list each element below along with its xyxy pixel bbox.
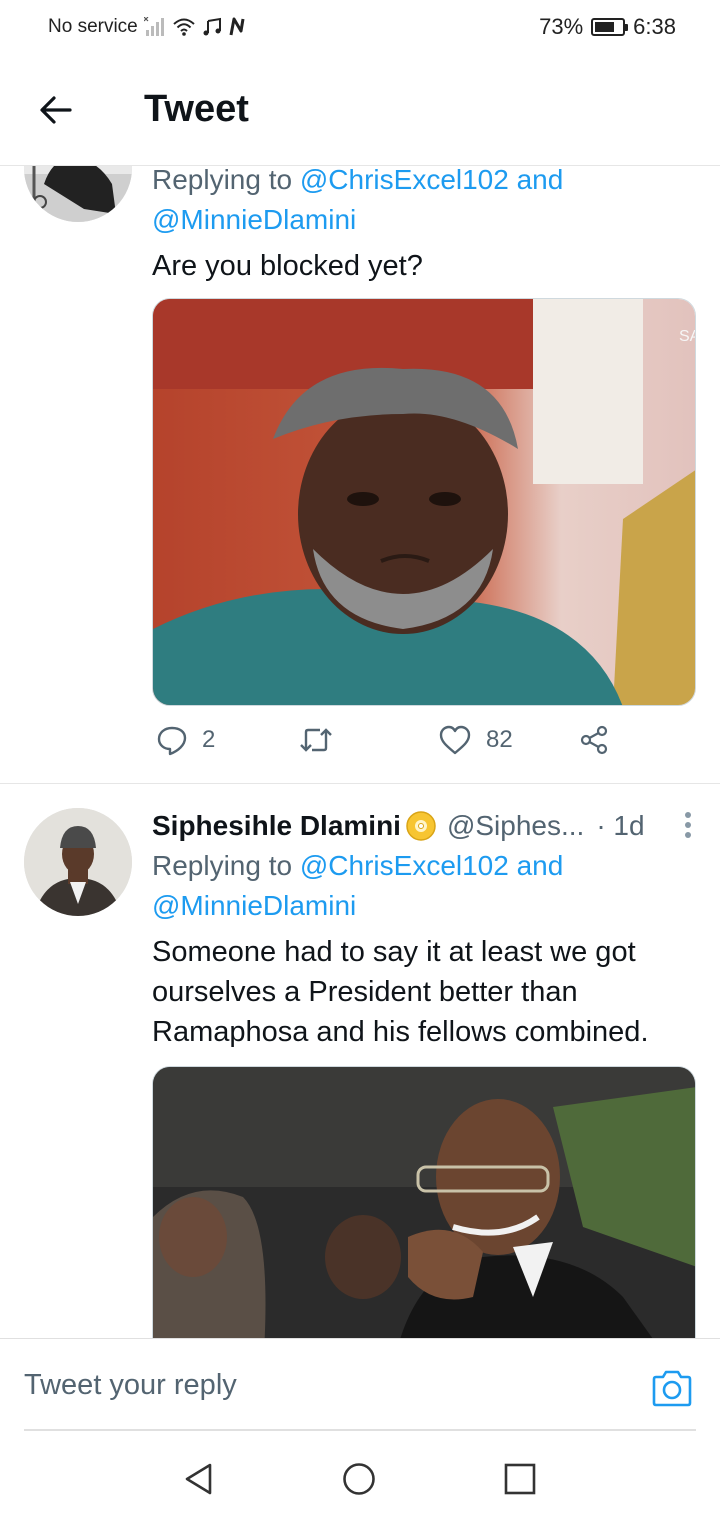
camera-icon[interactable]: [650, 1369, 694, 1409]
status-right: 73% 6:38: [539, 14, 676, 40]
mention-link[interactable]: @ChrisExcel102: [300, 166, 509, 195]
reply-count: 2: [202, 726, 216, 753]
page-title: Tweet: [144, 88, 249, 130]
more-options-icon[interactable]: [684, 812, 692, 842]
mention-link[interactable]: @ChrisExcel102: [300, 850, 509, 881]
display-name[interactable]: Siphesihle Dlamini: [152, 806, 401, 846]
tweet-image[interactable]: [152, 1066, 696, 1338]
share-action[interactable]: [578, 724, 610, 756]
avatar[interactable]: [24, 808, 132, 916]
nav-back-icon[interactable]: [182, 1462, 216, 1496]
replying-to: Replying to @ChrisExcel102 and @MinnieDl…: [152, 166, 696, 240]
carrier-label: No service: [48, 16, 138, 37]
conversation-feed[interactable]: Replying to @ChrisExcel102 and @MinnieDl…: [0, 166, 720, 1338]
mention-link[interactable]: @MinnieDlamini: [152, 204, 356, 235]
and-others-link[interactable]: and: [509, 850, 564, 881]
notification-n-icon: [229, 17, 245, 36]
and-others-link[interactable]: and: [509, 166, 564, 195]
tweet-body: Replying to @ChrisExcel102 and @MinnieDl…: [152, 166, 696, 706]
cd-emoji-icon: [406, 811, 436, 841]
like-count: 82: [486, 726, 513, 753]
retweet-icon: [300, 728, 332, 752]
music-icon: [203, 17, 221, 36]
status-left: No service: [48, 16, 248, 38]
top-app-bar: Tweet: [0, 56, 720, 166]
battery-icon: [591, 18, 629, 36]
wifi-icon: [173, 18, 195, 36]
status-bar: No service 73% 6:38: [0, 0, 720, 56]
nav-home-icon[interactable]: [342, 1462, 376, 1496]
tweet-body: Siphesihle Dlamini @Siphes... · 1d Reply…: [152, 806, 696, 1338]
reply-underline: [24, 1429, 696, 1431]
nav-recents-icon[interactable]: [503, 1462, 537, 1496]
signal-icon: [143, 17, 164, 36]
tweet-header: Siphesihle Dlamini @Siphes... · 1d: [152, 806, 696, 846]
replying-to-label: Replying to: [152, 166, 300, 195]
avatar[interactable]: [24, 166, 132, 222]
clock: 6:38: [633, 14, 676, 39]
share-icon: [580, 725, 608, 755]
reply-icon: [157, 726, 187, 756]
replying-to: Replying to @ChrisExcel102 and @MinnieDl…: [152, 846, 696, 926]
mention-link[interactable]: @MinnieDlamini: [152, 890, 356, 921]
reply-input[interactable]: Tweet your reply: [24, 1369, 237, 1402]
retweet-action[interactable]: [298, 724, 334, 756]
tweet-image[interactable]: SA: [152, 298, 696, 706]
reply-action[interactable]: 2: [156, 724, 215, 756]
heart-icon: [439, 725, 471, 755]
replying-to-label: Replying to: [152, 850, 300, 881]
tweet-text: Are you blocked yet?: [152, 250, 423, 282]
watermark: SA: [679, 328, 696, 345]
tweet-actions: 2 82: [152, 724, 632, 764]
system-nav-bar: [0, 1432, 720, 1520]
like-action[interactable]: 82: [438, 724, 513, 756]
user-handle[interactable]: @Siphes...: [447, 806, 584, 846]
reply-composer: Tweet your reply: [0, 1338, 720, 1431]
back-arrow-icon[interactable]: [36, 90, 76, 130]
battery-percent: 73%: [539, 14, 584, 39]
tweet-time: · 1d: [596, 810, 645, 841]
tweet-text: Someone had to say it at least we got ou…: [152, 936, 649, 1048]
divider: [0, 783, 720, 784]
